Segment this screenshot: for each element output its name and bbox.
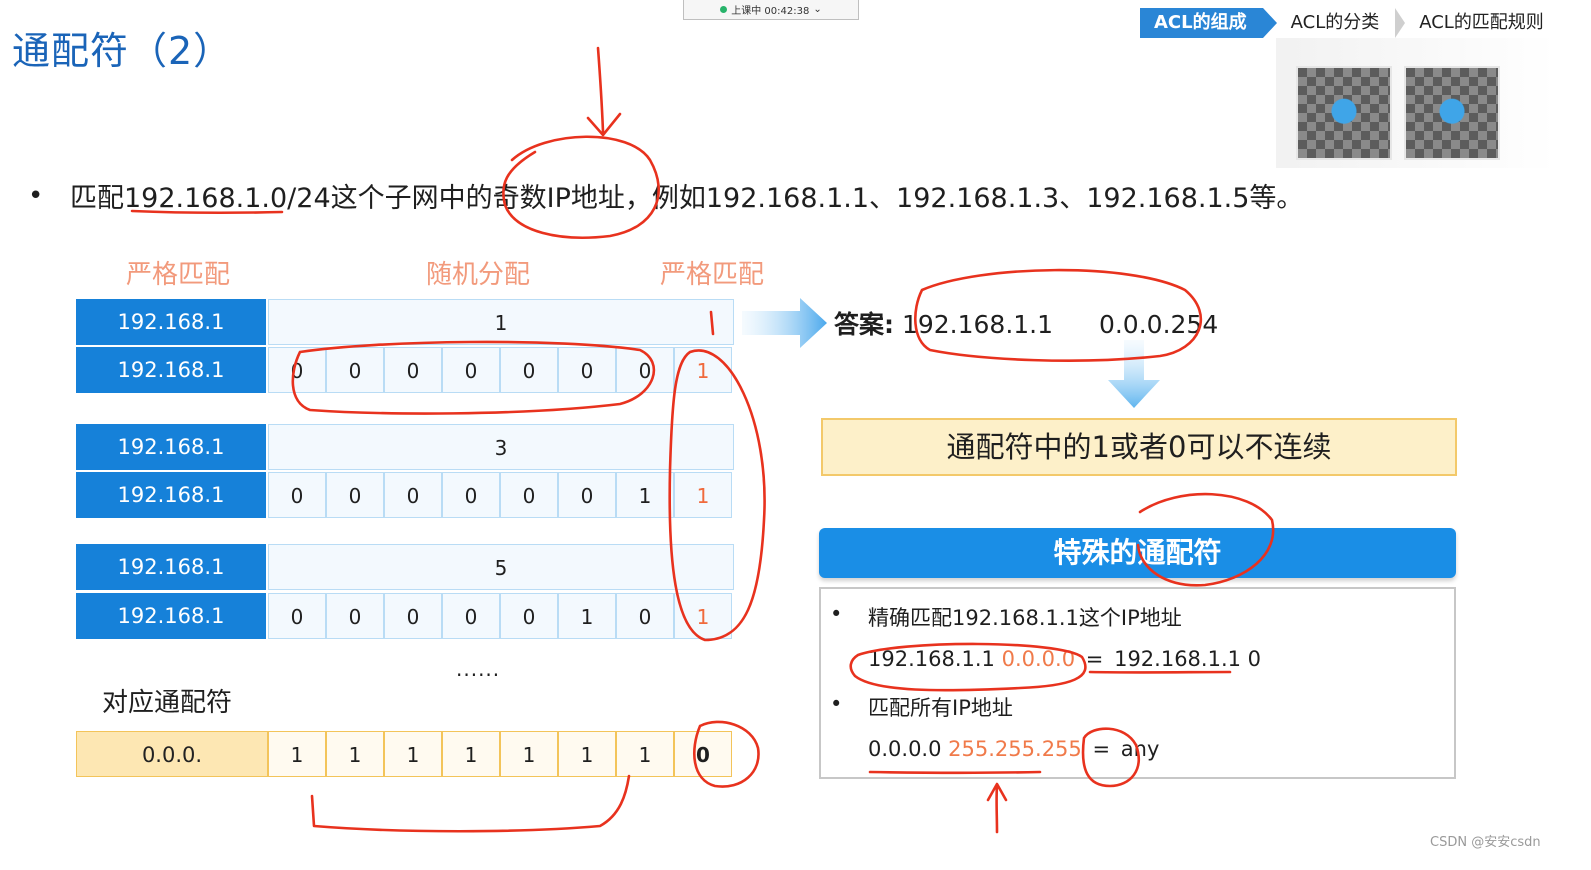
prefix-cell: 192.168.1 [76, 544, 268, 590]
table-row-decimal: 192.168.1 1 [76, 299, 734, 345]
example-sentence: 匹配192.168.1.0/24这个子网中的奇数IP地址，例如192.168.1… [70, 183, 1304, 214]
annotation-up-arrow [986, 782, 1008, 834]
bit-cell: 0 [500, 347, 558, 393]
prefix-cell: 192.168.1 [76, 593, 268, 639]
last-bit-cell: 1 [674, 472, 732, 518]
last-bit-cell: 1 [674, 593, 732, 639]
wildcard-bit-cell: 1 [500, 731, 558, 777]
annotation-down-arrow [586, 46, 622, 137]
answer-label: 答案: [834, 310, 894, 339]
wildcard-bit-cell: 1 [384, 731, 442, 777]
table-row-decimal: 192.168.1 3 [76, 424, 734, 470]
bullet-icon: • [830, 602, 843, 626]
more-rows-ellipsis: ...... [456, 657, 501, 681]
answer-line: 答案: 192.168.1.1 0.0.0.254 [834, 305, 1218, 341]
breadcrumb-item-acl-composition[interactable]: ACL的组成 [1140, 8, 1263, 38]
class-status-pill[interactable]: 上课中 00:42:38 ⌄ [683, 0, 859, 20]
down-arrow-icon [1108, 340, 1160, 408]
exact-match-text: 精确匹配192.168.1.1这个IP地址 [868, 606, 1182, 630]
bit-cell: 0 [326, 347, 384, 393]
special-wildcard-header: 特殊的通配符 [819, 528, 1456, 578]
table-row-binary: 192.168.1 0 0 0 0 0 0 1 1 [76, 472, 732, 518]
example-wildcard: 0.0.0.0 [1001, 647, 1076, 671]
bit-cell: 0 [268, 472, 326, 518]
note-box: 通配符中的1或者0可以不连续 [821, 418, 1457, 476]
chevron-down-icon: ⌄ [813, 4, 822, 15]
bullet-icon: • [830, 692, 843, 716]
bit-cell: 0 [442, 347, 500, 393]
bit-cell: 0 [558, 347, 616, 393]
breadcrumb: ACL的组成 ACL的分类 ACL的匹配规则 [1140, 8, 1560, 38]
breadcrumb-item-acl-classification[interactable]: ACL的分类 [1277, 8, 1396, 38]
last-bit-cell: 1 [674, 347, 732, 393]
bit-cell: 0 [500, 472, 558, 518]
bit-cell: 1 [616, 472, 674, 518]
prefix-cell: 192.168.1 [76, 299, 268, 345]
bit-cell: 0 [442, 593, 500, 639]
prefix-cell: 192.168.1 [76, 347, 268, 393]
prefix-cell: 192.168.1 [76, 424, 268, 470]
wildcard-bit-cell: 1 [558, 731, 616, 777]
table-row-binary: 192.168.1 0 0 0 0 0 1 0 1 [76, 593, 732, 639]
watermark: CSDN @安安csdn [1430, 835, 1541, 850]
bit-cell: 0 [326, 472, 384, 518]
answer-ip: 192.168.1.1 [901, 310, 1054, 339]
prefix-cell: 192.168.1 [76, 472, 268, 518]
wildcard-bit-cell: 1 [326, 731, 384, 777]
exact-match-example: 192.168.1.1 0.0.0.0 = 192.168.1.1 0 [868, 647, 1261, 671]
example-result: any [1120, 737, 1160, 761]
header-strict-match-left: 严格匹配 [126, 260, 231, 290]
wildcard-row: 0.0.0. 1 1 1 1 1 1 1 0 [76, 731, 732, 777]
bit-cell: 0 [268, 347, 326, 393]
bit-cell: 0 [500, 593, 558, 639]
decimal-cell: 1 [268, 299, 734, 345]
bit-cell: 0 [268, 593, 326, 639]
table-row-decimal: 192.168.1 5 [76, 544, 734, 590]
decimal-cell: 5 [268, 544, 734, 590]
decimal-cell: 3 [268, 424, 734, 470]
match-all-text: 匹配所有IP地址 [868, 696, 1013, 720]
example-result: 192.168.1.1 0 [1114, 647, 1262, 671]
answer-wildcard: 0.0.0.254 [1098, 310, 1219, 339]
header-strict-match-right: 严格匹配 [660, 260, 765, 290]
bit-cell: 1 [558, 593, 616, 639]
bullet-icon: • [28, 181, 44, 211]
right-arrow-icon [742, 298, 827, 348]
live-dot-icon [720, 6, 728, 13]
header-random-assign: 随机分配 [426, 260, 531, 290]
match-all-example: 0.0.0.0 255.255.255 = any [868, 737, 1159, 761]
wildcard-label: 对应通配符 [102, 688, 233, 718]
table-row-binary: 192.168.1 0 0 0 0 0 0 0 1 [76, 347, 732, 393]
bit-cell: 0 [442, 472, 500, 518]
example-ip: 0.0.0.0 [868, 737, 942, 761]
breadcrumb-arrow-icon [1262, 8, 1277, 38]
equals-sign: = [1085, 647, 1104, 671]
video-thumbnail-2[interactable] [1404, 66, 1500, 160]
example-ip: 192.168.1.1 [868, 647, 995, 671]
bit-cell: 0 [384, 593, 442, 639]
slide-title: 通配符（2） [12, 29, 233, 73]
wildcard-last-bit-cell: 0 [674, 731, 732, 777]
wildcard-bit-cell: 1 [616, 731, 674, 777]
wildcard-prefix-cell: 0.0.0. [76, 731, 268, 777]
bit-cell: 0 [616, 593, 674, 639]
example-wildcard: 255.255.255 [948, 737, 1082, 761]
video-thumbnail-1[interactable] [1296, 66, 1392, 160]
wildcard-bit-cell: 1 [268, 731, 326, 777]
breadcrumb-arrow-icon [1395, 8, 1406, 38]
bit-cell: 0 [558, 472, 616, 518]
bit-cell: 0 [616, 347, 674, 393]
bit-cell: 0 [326, 593, 384, 639]
bit-cell: 0 [384, 347, 442, 393]
equals-sign: = [1092, 737, 1111, 761]
breadcrumb-item-acl-matching-rules[interactable]: ACL的匹配规则 [1405, 8, 1560, 38]
status-text: 上课中 00:42:38 [731, 6, 810, 17]
bit-cell: 0 [384, 472, 442, 518]
annotation-bracket-ones [310, 774, 631, 833]
wildcard-bit-cell: 1 [442, 731, 500, 777]
